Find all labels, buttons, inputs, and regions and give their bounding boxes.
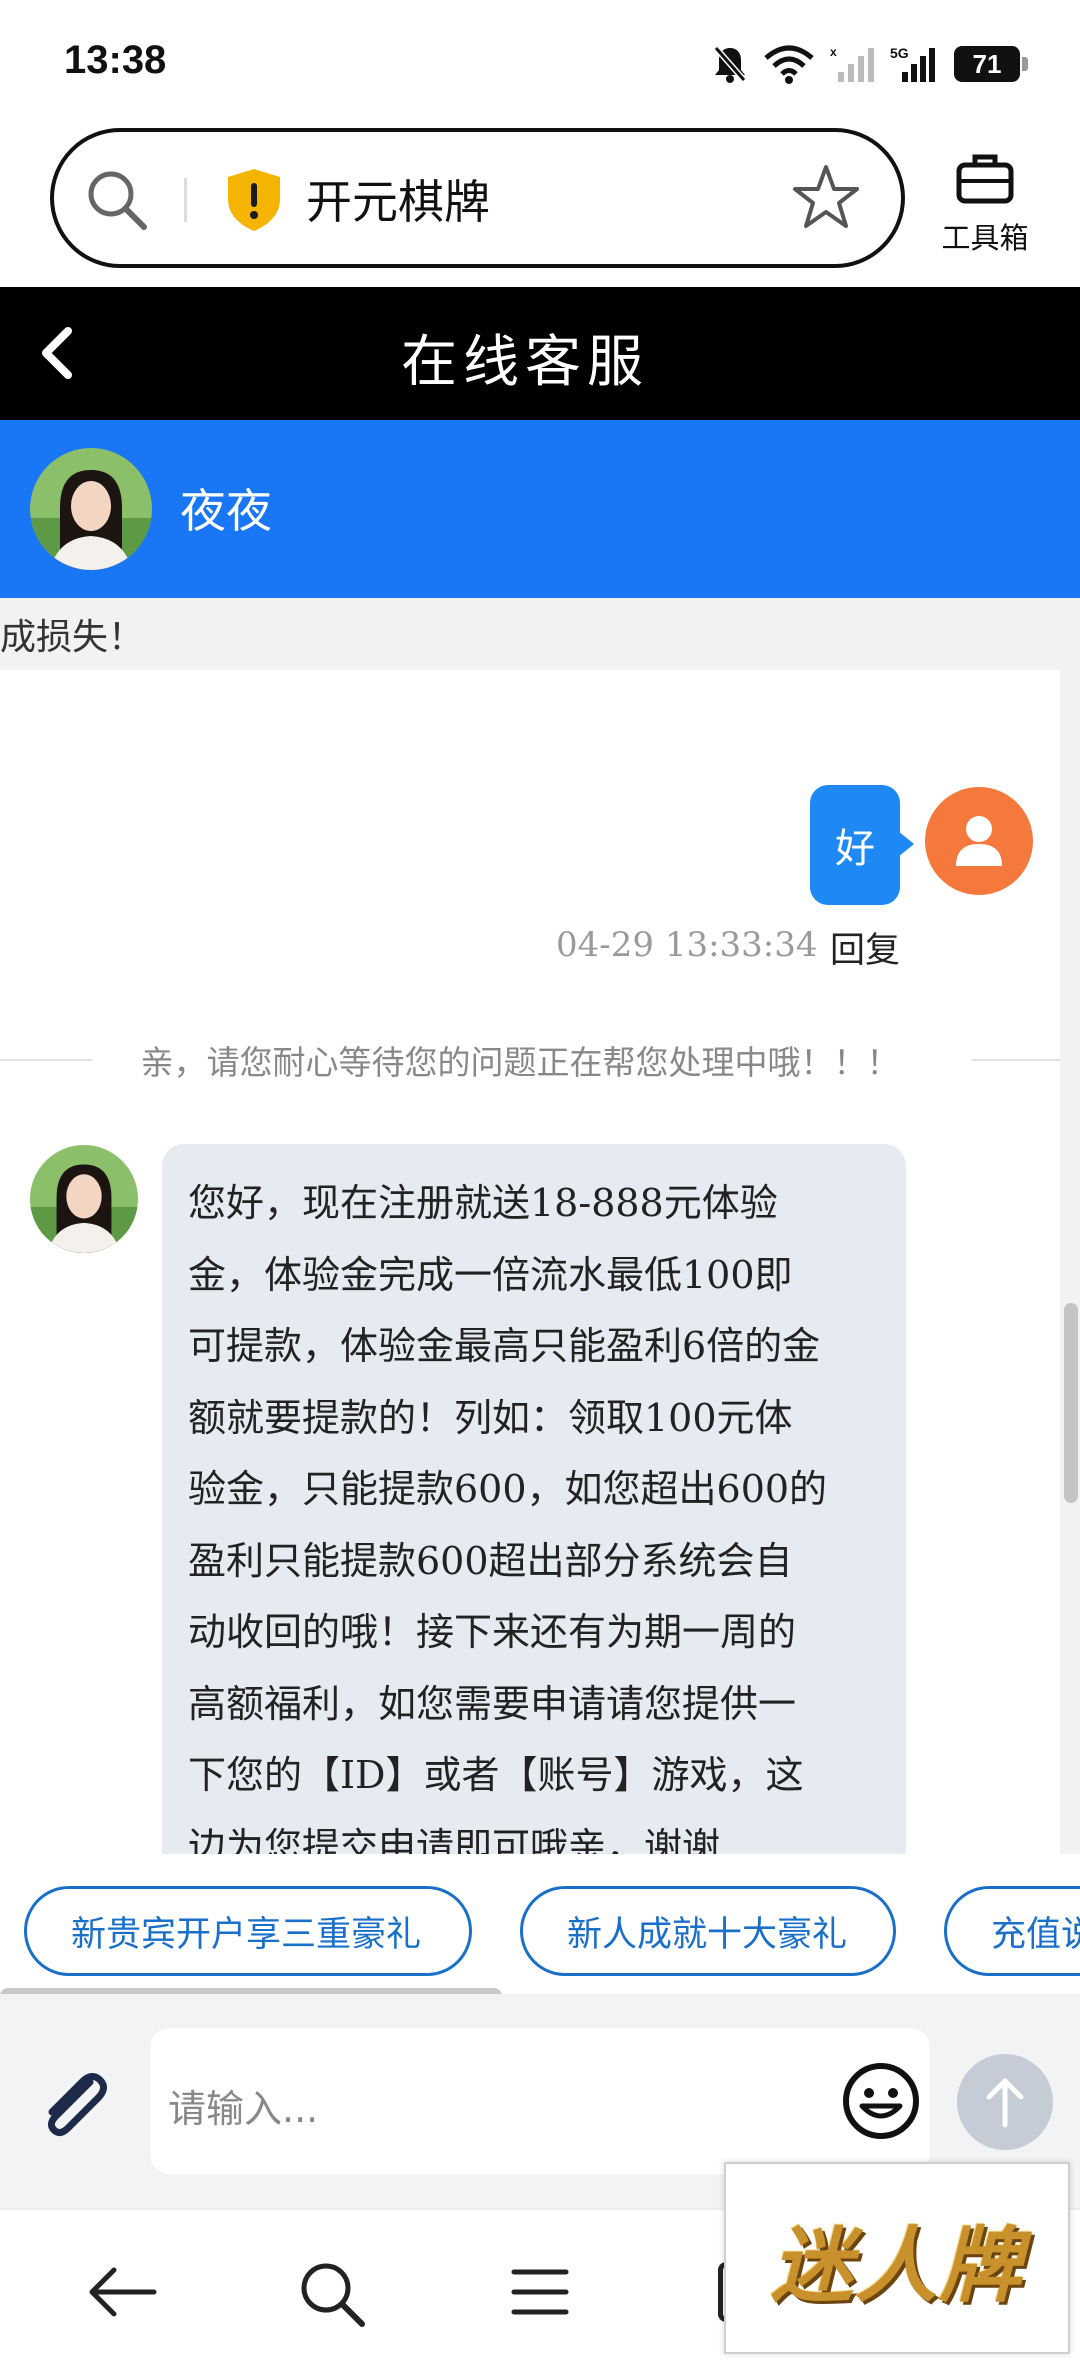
nav-back-button[interactable] <box>88 2260 158 2328</box>
page-title: 在线客服 <box>401 330 649 395</box>
message-input[interactable]: 请输入... <box>150 2028 930 2174</box>
emoji-button[interactable] <box>840 2060 922 2146</box>
agent-message-line: 金，体验金完成一倍流水最低100即 <box>188 1252 793 1297</box>
address-divider <box>184 178 187 222</box>
user-icon <box>956 816 1002 866</box>
signal-5g-icon: 5G <box>890 44 938 84</box>
agent-bar: 夜夜 <box>0 420 1080 598</box>
agent-message-line: 额就要提款的！列如：领取100元体 <box>188 1395 793 1440</box>
user-message-bubble[interactable]: 好 <box>810 785 914 905</box>
chat-scrollbar[interactable] <box>1064 1303 1078 1503</box>
system-notice: 亲，请您耐心等待您的问题正在帮您处理中哦！！！ <box>140 1043 900 1082</box>
agent-message-bubble[interactable]: 您好，现在注册就送18-888元体验 金，体验金完成一倍流水最低100即 可提款… <box>162 1144 906 1854</box>
status-time: 13:38 <box>64 38 167 82</box>
previous-message-fragment: 成损失！ <box>0 617 145 658</box>
nav-menu-button[interactable] <box>508 2260 572 2328</box>
paperclip-icon <box>47 2073 107 2137</box>
address-bar[interactable]: 开元棋牌 <box>50 128 905 268</box>
quick-reply-chip[interactable]: 充值说 <box>944 1886 1080 1976</box>
agent-avatar[interactable] <box>30 448 152 570</box>
bell-muted-icon <box>712 44 748 84</box>
message-input-placeholder: 请输入... <box>168 2087 319 2131</box>
search-icon[interactable] <box>84 167 150 237</box>
quick-reply-chip[interactable]: 新贵宾开户享三重豪礼 <box>24 1886 472 1976</box>
signal-icon: x <box>830 44 874 84</box>
menu-icon <box>511 2269 569 2315</box>
emoji-icon <box>843 2063 919 2139</box>
address-text[interactable]: 开元棋牌 <box>306 166 490 232</box>
agent-message-line: 可提款，体验金最高只能盈利6倍的金 <box>188 1324 821 1368</box>
status-bar: 13:38 x 5G 71 <box>0 0 1080 125</box>
star-icon[interactable] <box>791 162 861 236</box>
chat-messages: 好 04-29 13:33:34 回复 亲，请您耐心等待您的问题正在帮您处理中哦… <box>0 670 1060 1854</box>
agent-message-line: 盈利只能提款600超出部分系统会自 <box>188 1538 793 1583</box>
user-message-text: 好 <box>835 826 875 872</box>
toolbox-label: 工具箱 <box>941 221 1029 255</box>
toolbox-icon <box>955 154 1015 209</box>
agent-message-line: 边为您提交申请即可哦亲，谢谢 <box>188 1824 721 1855</box>
nav-search-button[interactable] <box>298 2260 368 2334</box>
reply-link[interactable]: 回复 <box>830 922 900 973</box>
arrow-up-icon <box>986 2078 1024 2128</box>
agent-message-line: 动收回的哦！接下来还有为期一周的 <box>188 1610 797 1654</box>
battery-icon: 71 <box>954 46 1028 82</box>
chat-area[interactable]: 成损失！ 好 04-29 13:33:34 回复 亲，请您耐心等待您的问题正在帮… <box>0 598 1080 1854</box>
quick-replies[interactable]: 新贵宾开户享三重豪礼 新人成就十大豪礼 充值说 <box>0 1854 1080 1994</box>
arrow-left-icon <box>89 2267 157 2317</box>
agent-message-line: 验金，只能提款600，如您超出600的 <box>188 1467 828 1511</box>
send-button[interactable] <box>957 2054 1053 2150</box>
attach-button[interactable] <box>32 2062 116 2150</box>
agent-message-line: 高额福利，如您需要申请请您提供一 <box>188 1681 797 1726</box>
watermark-logo: 迷人牌 <box>724 2162 1070 2354</box>
agent-message-line: 您好，现在注册就送18-888元体验 <box>188 1181 778 1225</box>
page-header: 在线客服 <box>0 287 1080 420</box>
agent-message-line: 下您的【ID】或者【账号】游戏，这 <box>188 1753 804 1797</box>
message-timestamp: 04-29 13:33:34 <box>556 925 818 965</box>
svg-text:x: x <box>830 45 837 59</box>
toolbox-button[interactable]: 工具箱 <box>935 153 1035 257</box>
browser-bar: 开元棋牌 工具箱 <box>0 125 1080 287</box>
status-icons: x 5G 71 <box>712 40 1028 88</box>
agent-message-avatar <box>30 1145 138 1253</box>
watermark-text: 迷人牌 <box>771 2217 1023 2314</box>
agent-name: 夜夜 <box>180 484 272 538</box>
shield-warning-icon[interactable] <box>224 167 284 237</box>
user-avatar <box>925 787 1033 895</box>
wifi-icon <box>764 44 814 84</box>
svg-text:5G: 5G <box>890 45 909 61</box>
quick-reply-chip[interactable]: 新人成就十大豪礼 <box>520 1886 896 1976</box>
search-icon <box>301 2263 365 2327</box>
